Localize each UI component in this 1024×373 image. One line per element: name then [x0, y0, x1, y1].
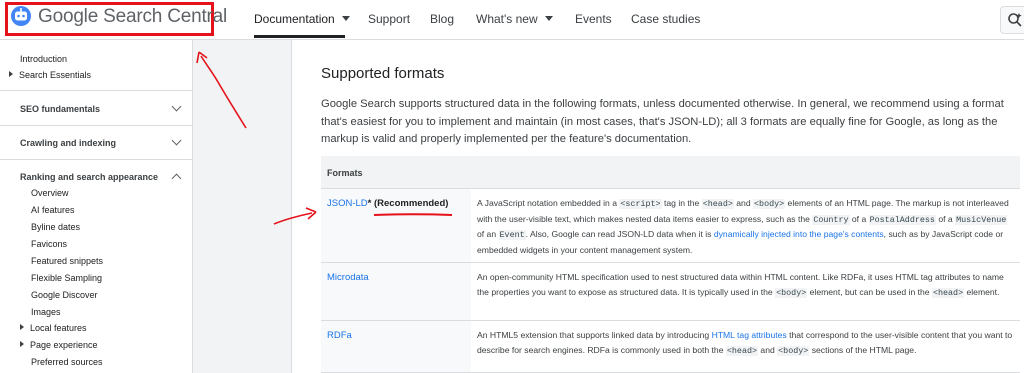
active-tab-indicator [254, 35, 345, 38]
sidebar-item-flexible-sampling[interactable]: Flexible Sampling [31, 273, 102, 283]
sidebar-item-google-discover[interactable]: Google Discover [31, 290, 98, 300]
chevron-down-icon [341, 16, 350, 21]
format-microdata[interactable]: Microdata [327, 272, 369, 283]
asterisk: * [367, 198, 372, 209]
desc-text: of an [477, 229, 499, 240]
sidebar-item-images[interactable]: Images [31, 307, 61, 317]
sidebar-item-preferred-sources[interactable]: Preferred sources [31, 357, 103, 367]
sidebar-item-label: Page experience [30, 340, 98, 350]
main-content: Supported formats Google Search supports… [293, 40, 1024, 373]
desc-text: of a [849, 213, 869, 224]
code-snippet: <body> [775, 287, 808, 298]
sidebar-section-ranking[interactable]: Ranking and search appearance [20, 172, 158, 182]
format-rdfa[interactable]: RDFa [327, 330, 352, 341]
desc-text: sections of the HTML page. [809, 344, 917, 355]
search-central-logo-icon[interactable] [10, 5, 32, 27]
content-gutter [193, 40, 292, 373]
code-snippet: Event [498, 230, 526, 241]
chevron-down-icon[interactable] [171, 101, 182, 112]
code-snippet: <head> [931, 287, 965, 298]
code-snippet: Country [812, 214, 850, 225]
sidebar-item-label: Search Essentials [19, 70, 92, 80]
sidebar-item-label: Local features [30, 323, 87, 333]
table-row: Microdata An open-community HTML specifi… [321, 263, 1020, 321]
format-description: A JavaScript notation embedded in a <scr… [477, 196, 1015, 257]
nav-events[interactable]: Events [575, 12, 612, 26]
sidebar-item-page-experience[interactable]: Page experience [20, 340, 98, 350]
nav-whats-new-label: What's new [476, 12, 538, 26]
section-heading: Supported formats [321, 65, 445, 82]
format-cell: JSON-LD* (Recommended) [321, 189, 471, 262]
sidebar-section-seo-fundamentals[interactable]: SEO fundamentals [20, 104, 100, 114]
sidebar-item-favicons[interactable]: Favicons [31, 239, 67, 249]
table-header: Formats [321, 156, 1020, 189]
desc-text: . Also, Google can read JSON-LD data whe… [525, 229, 714, 240]
sidebar-item-byline-dates[interactable]: Byline dates [31, 222, 80, 232]
code-snippet: <head> [725, 345, 759, 356]
recommended-label: (Recommended) [374, 198, 449, 209]
nav-whats-new[interactable]: What's new [476, 12, 553, 26]
table-row: JSON-LD* (Recommended) A JavaScript nota… [321, 189, 1020, 263]
sidebar-item-search-essentials[interactable]: Search Essentials [9, 70, 91, 80]
desc-text: of a [935, 213, 956, 224]
desc-text: element, but can be used in the [807, 286, 932, 297]
desc-text: A JavaScript notation embedded in a [477, 198, 620, 208]
divider [0, 125, 192, 126]
divider [0, 159, 192, 160]
desc-text: An HTML5 extension that supports linked … [477, 330, 712, 340]
desc-text: and [758, 344, 778, 355]
chevron-down-icon[interactable] [171, 135, 182, 146]
sidebar-item-introduction[interactable]: Introduction [20, 54, 67, 64]
chevron-up-icon[interactable] [171, 173, 182, 184]
code-snippet: PostalAddress [868, 214, 936, 225]
desc-text: tag in the [661, 198, 702, 208]
dynamic-injection-link[interactable]: dynamically injected into the page's con… [714, 229, 884, 239]
format-cell: Microdata [321, 263, 471, 320]
expand-arrow-icon [20, 341, 24, 347]
sidebar-item-featured-snippets[interactable]: Featured snippets [31, 256, 103, 266]
sidebar-nav: Introduction Search Essentials SEO funda… [0, 40, 193, 373]
formats-table: Formats JSON-LD* (Recommended) A JavaScr… [321, 156, 1020, 373]
code-snippet: MusicVenue [955, 214, 1008, 225]
sidebar-section-crawling-indexing[interactable]: Crawling and indexing [20, 138, 116, 148]
sidebar-item-overview[interactable]: Overview [31, 188, 69, 198]
code-snippet: <script> [619, 199, 662, 209]
logo-text[interactable]: Google Search Central [38, 6, 227, 28]
divider [0, 90, 192, 91]
intro-paragraph: Google Search supports structured data i… [321, 98, 1004, 145]
html-tag-attributes-link[interactable]: HTML tag attributes [712, 330, 787, 340]
format-link[interactable]: JSON-LD [327, 198, 368, 209]
search-button[interactable] [1000, 6, 1024, 34]
nav-case-studies[interactable]: Case studies [631, 12, 700, 26]
expand-arrow-icon [20, 324, 24, 330]
nav-documentation[interactable]: Documentation [254, 12, 350, 26]
code-snippet: <head> [701, 199, 734, 209]
code-snippet: <body> [777, 345, 810, 356]
chevron-down-icon [544, 16, 553, 21]
nav-support[interactable]: Support [368, 12, 410, 26]
desc-text: element. [964, 286, 1000, 297]
nav-blog[interactable]: Blog [430, 12, 454, 26]
format-cell: RDFa [321, 321, 471, 372]
sidebar-item-local-features[interactable]: Local features [20, 323, 87, 333]
expand-arrow-icon [9, 71, 13, 77]
sidebar-item-ai-features[interactable]: AI features [31, 205, 75, 215]
search-icon [1008, 13, 1022, 27]
table-row: RDFa An HTML5 extension that supports li… [321, 321, 1020, 373]
format-description: An HTML5 extension that supports linked … [477, 328, 1015, 358]
desc-text: and [733, 198, 754, 208]
format-json-ld[interactable]: JSON-LD* (Recommended) [327, 198, 448, 209]
format-description: An open-community HTML specification use… [477, 270, 1015, 300]
nav-documentation-label: Documentation [254, 12, 335, 26]
code-snippet: <body> [753, 199, 786, 209]
top-header: Google Search Central Documentation Supp… [0, 0, 1024, 40]
